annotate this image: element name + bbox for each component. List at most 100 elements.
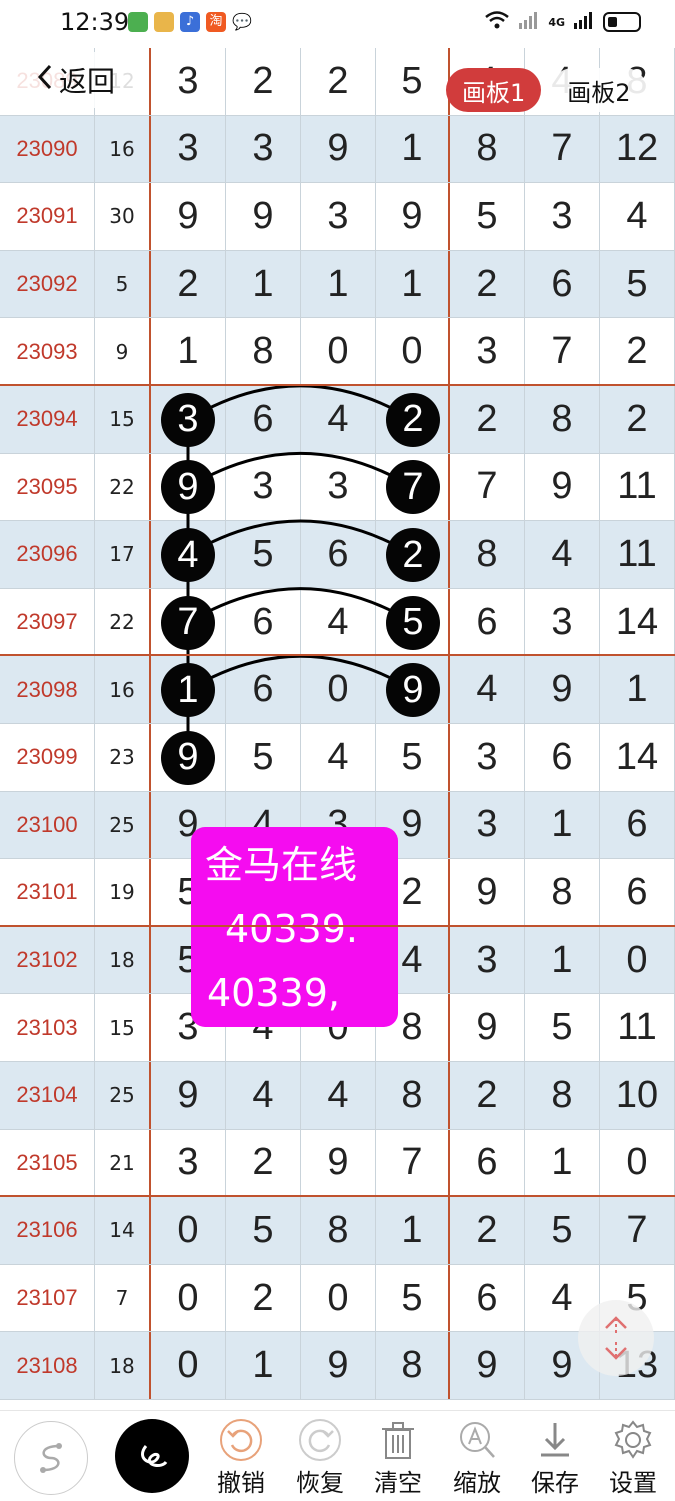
- stat-cell[interactable]: 6: [450, 588, 525, 656]
- save-button[interactable]: 保存: [520, 1417, 590, 1498]
- back-button[interactable]: 返回: [14, 52, 136, 108]
- digit-cell[interactable]: 1: [376, 250, 450, 318]
- digit-cell[interactable]: 0: [301, 318, 376, 385]
- digit-cell[interactable]: 3: [151, 48, 226, 115]
- digit-cell[interactable]: 6: [301, 521, 376, 588]
- stat-cell[interactable]: 0: [600, 1129, 675, 1197]
- digit-cell[interactable]: 3: [301, 453, 376, 521]
- digit-cell[interactable]: 9: [151, 1062, 226, 1129]
- digit-cell[interactable]: 0: [151, 1197, 226, 1264]
- stat-cell[interactable]: 2: [450, 1062, 525, 1129]
- digit-cell[interactable]: 5: [376, 1264, 450, 1332]
- stat-cell[interactable]: 8: [450, 115, 525, 183]
- digit-cell[interactable]: 1: [301, 250, 376, 318]
- stat-cell[interactable]: 1: [525, 791, 600, 859]
- stat-cell[interactable]: 7: [525, 318, 600, 385]
- stat-cell[interactable]: 4: [525, 521, 600, 588]
- digit-cell[interactable]: 5: [376, 724, 450, 791]
- digit-cell[interactable]: 3: [226, 115, 301, 183]
- digit-cell[interactable]: 6: [226, 656, 301, 723]
- digit-cell[interactable]: 5: [376, 48, 450, 115]
- stat-cell[interactable]: 3: [525, 588, 600, 656]
- digit-cell[interactable]: 8: [301, 1197, 376, 1264]
- redo-button[interactable]: 恢复: [285, 1417, 355, 1498]
- digit-cell[interactable]: 8: [376, 1062, 450, 1129]
- marked-number-right[interactable]: 2: [386, 528, 440, 582]
- digit-cell[interactable]: 4: [301, 386, 376, 453]
- marked-number-right[interactable]: 9: [386, 663, 440, 718]
- digit-cell[interactable]: 0: [301, 656, 376, 723]
- stat-cell[interactable]: 14: [600, 724, 675, 791]
- stat-cell[interactable]: 6: [450, 1264, 525, 1332]
- digit-cell[interactable]: 6: [226, 386, 301, 453]
- draw-mode-button[interactable]: [115, 1419, 189, 1493]
- clear-button[interactable]: 清空: [363, 1417, 433, 1498]
- digit-cell[interactable]: 8: [226, 318, 301, 385]
- stat-cell[interactable]: 11: [600, 453, 675, 521]
- digit-cell[interactable]: 9: [151, 183, 226, 250]
- stat-cell[interactable]: 8: [450, 521, 525, 588]
- stat-cell[interactable]: 7: [450, 453, 525, 521]
- stat-cell[interactable]: 8: [525, 859, 600, 926]
- stat-cell[interactable]: 1: [600, 656, 675, 723]
- marked-number-left[interactable]: 4: [161, 528, 215, 582]
- digit-cell[interactable]: 2: [226, 1264, 301, 1332]
- marked-number-left[interactable]: 1: [161, 663, 215, 718]
- stat-cell[interactable]: 6: [600, 859, 675, 926]
- digit-cell[interactable]: 9: [301, 1129, 376, 1197]
- marked-number-left[interactable]: 9: [161, 460, 215, 515]
- digit-cell[interactable]: 2: [226, 48, 301, 115]
- stat-cell[interactable]: 5: [525, 1197, 600, 1264]
- digit-cell[interactable]: 1: [376, 115, 450, 183]
- stat-cell[interactable]: 6: [525, 250, 600, 318]
- marked-number-left[interactable]: 9: [161, 730, 215, 785]
- stat-cell[interactable]: 6: [450, 1129, 525, 1197]
- digit-cell[interactable]: 9: [301, 1332, 376, 1399]
- stat-cell[interactable]: 8: [525, 386, 600, 453]
- digit-cell[interactable]: 1: [226, 250, 301, 318]
- digit-cell[interactable]: 4: [301, 724, 376, 791]
- digit-cell[interactable]: 0: [301, 1264, 376, 1332]
- digit-cell[interactable]: 0: [376, 318, 450, 385]
- stat-cell[interactable]: 9: [450, 859, 525, 926]
- pen-mode-button[interactable]: [14, 1421, 88, 1495]
- stat-cell[interactable]: 6: [525, 724, 600, 791]
- stat-cell[interactable]: 10: [600, 1062, 675, 1129]
- digit-cell[interactable]: 9: [376, 183, 450, 250]
- stat-cell[interactable]: 9: [525, 656, 600, 723]
- digit-cell[interactable]: 2: [151, 250, 226, 318]
- digit-cell[interactable]: 5: [226, 724, 301, 791]
- zoom-button[interactable]: 缩放: [442, 1417, 512, 1498]
- stat-cell[interactable]: 3: [450, 724, 525, 791]
- stat-cell[interactable]: 11: [600, 994, 675, 1061]
- marked-number-left[interactable]: 3: [161, 392, 215, 447]
- stat-cell[interactable]: 2: [450, 386, 525, 453]
- digit-cell[interactable]: 3: [301, 183, 376, 250]
- digit-cell[interactable]: 0: [151, 1264, 226, 1332]
- digit-cell[interactable]: 1: [226, 1332, 301, 1399]
- stat-cell[interactable]: 9: [450, 994, 525, 1061]
- stat-cell[interactable]: 8: [525, 1062, 600, 1129]
- stat-cell[interactable]: 3: [450, 318, 525, 385]
- stat-cell[interactable]: 9: [450, 1332, 525, 1399]
- stat-cell[interactable]: 2: [450, 250, 525, 318]
- digit-cell[interactable]: 5: [226, 1197, 301, 1264]
- stat-cell[interactable]: 2: [600, 318, 675, 385]
- stat-cell[interactable]: 12: [600, 115, 675, 183]
- stat-cell[interactable]: 9: [525, 453, 600, 521]
- settings-button[interactable]: 设置: [598, 1417, 668, 1498]
- digit-cell[interactable]: 2: [301, 48, 376, 115]
- stat-cell[interactable]: 3: [525, 183, 600, 250]
- marked-number-right[interactable]: 2: [386, 392, 440, 447]
- digit-cell[interactable]: 3: [151, 1129, 226, 1197]
- marked-number-right[interactable]: 7: [386, 460, 440, 515]
- stat-cell[interactable]: 7: [525, 115, 600, 183]
- stat-cell[interactable]: 5: [525, 994, 600, 1061]
- stat-cell[interactable]: 1: [525, 1129, 600, 1197]
- digit-cell[interactable]: 3: [151, 115, 226, 183]
- stat-cell[interactable]: 2: [450, 1197, 525, 1264]
- digit-cell[interactable]: 1: [151, 318, 226, 385]
- digit-cell[interactable]: 0: [151, 1332, 226, 1399]
- digit-cell[interactable]: 6: [226, 588, 301, 656]
- digit-cell[interactable]: 4: [301, 1062, 376, 1129]
